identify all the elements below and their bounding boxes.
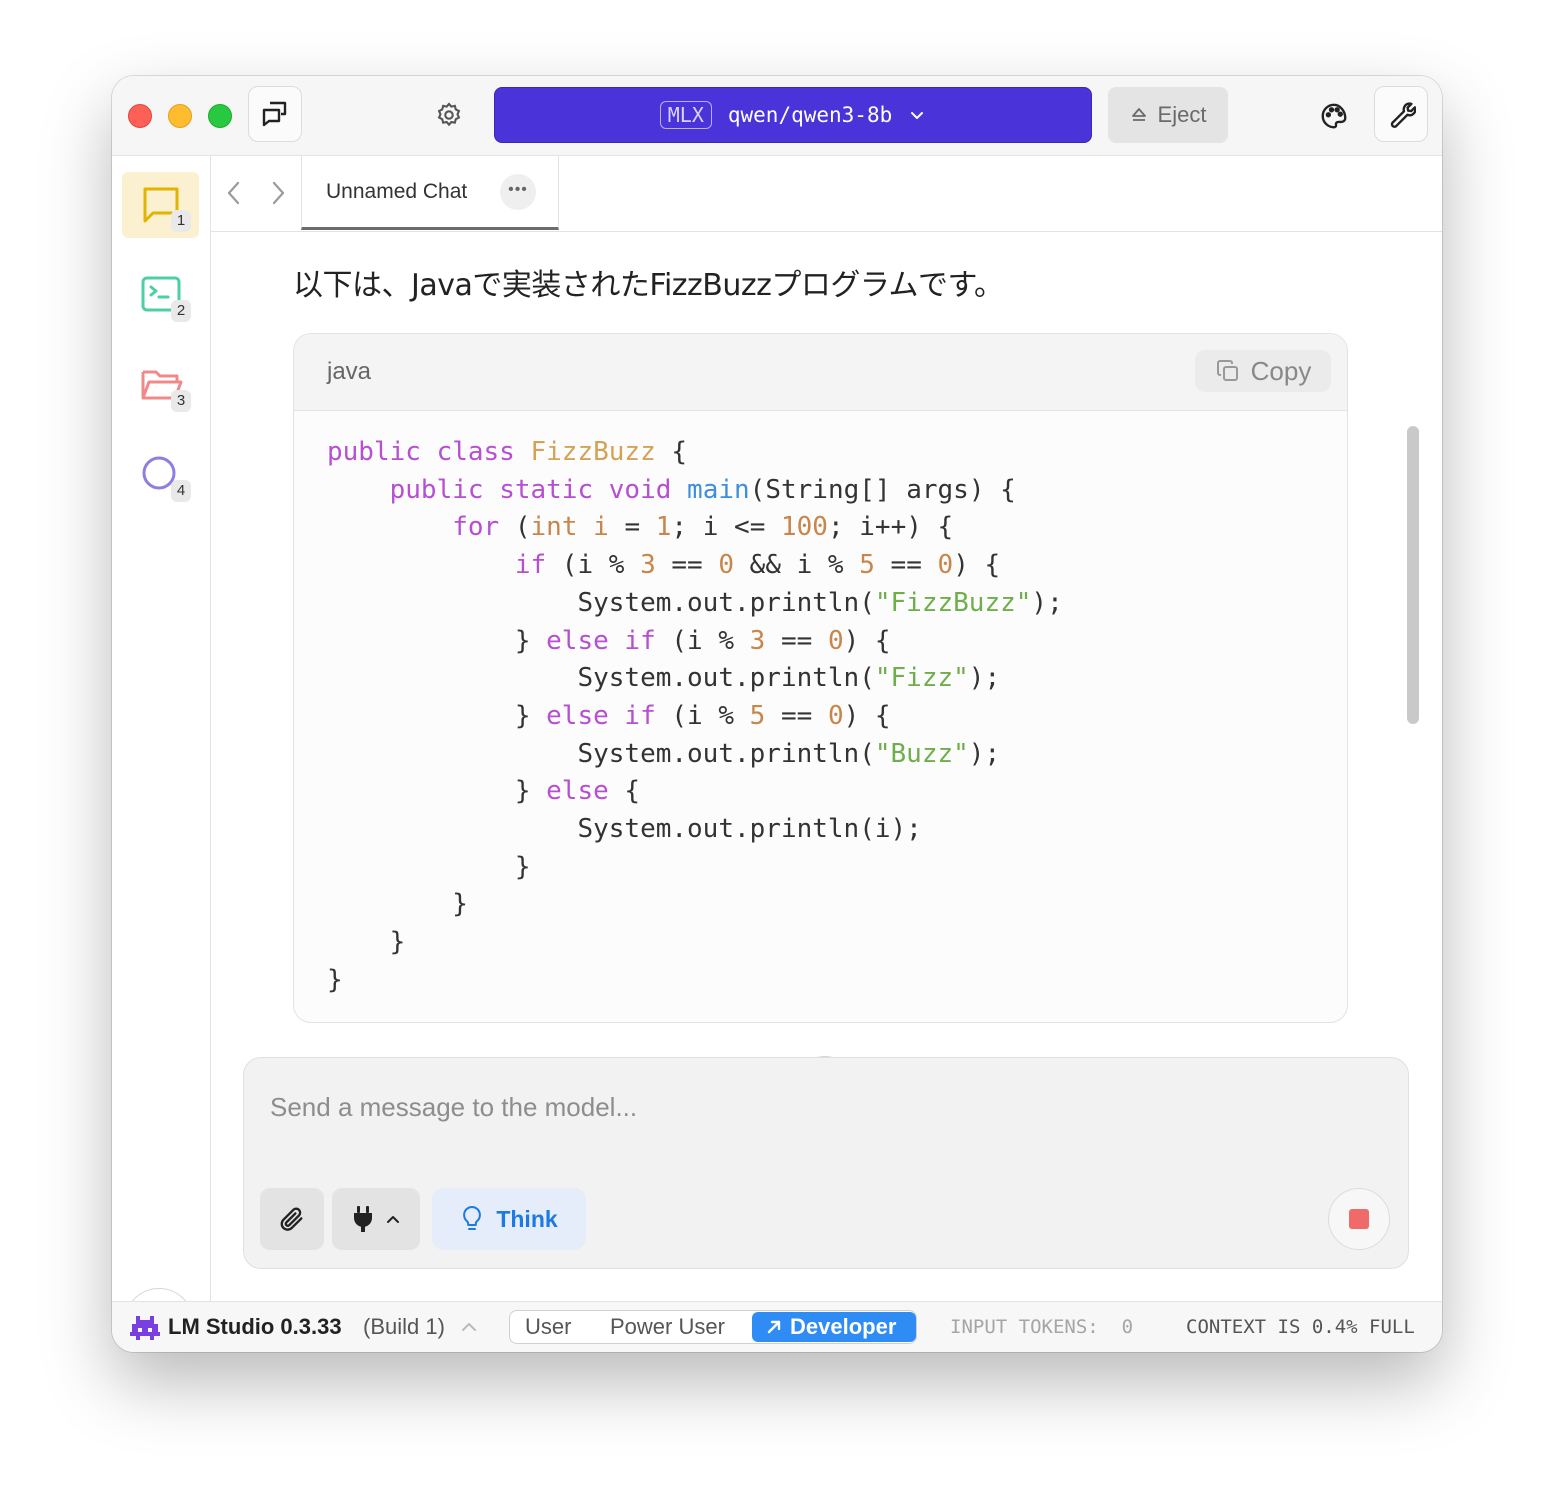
message-composer: Think bbox=[243, 1057, 1409, 1269]
settings-button[interactable] bbox=[434, 100, 464, 130]
mode-developer-label: Developer bbox=[790, 1314, 897, 1339]
arrow-up-right-icon bbox=[767, 1320, 781, 1334]
lightbulb-icon bbox=[463, 1206, 482, 1230]
ui-mode-switcher: User Power User Developer bbox=[509, 1310, 917, 1344]
integrations-button[interactable] bbox=[332, 1188, 420, 1250]
model-name: qwen/qwen3-8b bbox=[727, 103, 893, 127]
chats-icon bbox=[262, 101, 287, 127]
status-bar: LM Studio 0.3.33 (Build 1) User Power Us… bbox=[112, 1301, 1442, 1352]
stop-generation-button[interactable] bbox=[1328, 1188, 1390, 1250]
eject-label: Eject bbox=[1157, 102, 1207, 127]
chat-content: 以下は、Javaで実装されたFizzBuzzプログラムです。 java Copy… bbox=[211, 232, 1442, 1301]
copy-icon bbox=[1216, 360, 1238, 381]
gear-icon bbox=[437, 102, 461, 127]
attach-file-button[interactable] bbox=[260, 1188, 324, 1250]
zoom-window-button[interactable] bbox=[208, 104, 232, 128]
code-block-header: java Copy bbox=[294, 334, 1347, 411]
copy-label: Copy bbox=[1250, 355, 1312, 386]
close-window-button[interactable] bbox=[128, 104, 152, 128]
eject-icon bbox=[1131, 108, 1146, 121]
chevron-right-icon bbox=[272, 181, 285, 205]
sidebar-item-chat[interactable]: 1 bbox=[122, 172, 199, 238]
app-version: LM Studio 0.3.33 bbox=[168, 1314, 342, 1339]
build-number: (Build 1) bbox=[363, 1314, 445, 1339]
chevron-up-icon[interactable] bbox=[460, 1319, 478, 1335]
chat-scrollbar[interactable] bbox=[1407, 426, 1419, 724]
lm-studio-logo-icon bbox=[130, 1316, 160, 1340]
sidebar-item-number: 2 bbox=[171, 300, 191, 322]
title-bar: MLX qwen/qwen3-8b Eject bbox=[112, 76, 1442, 156]
model-selector[interactable]: MLX qwen/qwen3-8b bbox=[494, 87, 1092, 143]
tab-strip: Unnamed Chat ••• bbox=[211, 156, 1442, 232]
chevron-down-icon bbox=[911, 112, 924, 119]
mode-developer[interactable]: Developer bbox=[752, 1312, 916, 1342]
think-toggle[interactable]: Think bbox=[432, 1188, 586, 1250]
back-button[interactable] bbox=[221, 178, 247, 208]
sidebar-item-number: 4 bbox=[171, 480, 191, 502]
copy-code-button[interactable]: Copy bbox=[1195, 350, 1331, 392]
assistant-message-text: 以下は、Javaで実装されたFizzBuzzプログラムです。 bbox=[293, 268, 1004, 303]
theme-button[interactable] bbox=[1318, 100, 1350, 132]
paperclip-icon bbox=[280, 1207, 303, 1231]
sidebar: 1 2 3 4 bbox=[112, 156, 211, 1352]
tab-title: Unnamed Chat bbox=[326, 180, 468, 203]
context-usage: CONTEXT IS 0.4% FULL bbox=[1186, 1316, 1415, 1338]
toggle-sidebar-button[interactable] bbox=[248, 86, 302, 142]
chevron-left-icon bbox=[227, 181, 240, 205]
app-window: MLX qwen/qwen3-8b Eject 1 2 3 4 Unnamed … bbox=[112, 76, 1442, 1352]
sidebar-item-developer[interactable]: 2 bbox=[122, 262, 199, 328]
palette-icon bbox=[1321, 103, 1347, 129]
mode-user[interactable]: User bbox=[525, 1311, 571, 1343]
stop-icon bbox=[1349, 1209, 1369, 1229]
eject-button[interactable]: Eject bbox=[1108, 87, 1228, 143]
forward-button[interactable] bbox=[265, 178, 291, 208]
code-block: java Copy public class FizzBuzz { public… bbox=[293, 333, 1348, 1023]
code-language: java bbox=[327, 358, 372, 385]
mode-power-user[interactable]: Power User bbox=[610, 1311, 725, 1343]
plug-icon bbox=[354, 1206, 372, 1232]
sidebar-item-number: 1 bbox=[171, 210, 191, 232]
model-format-badge: MLX bbox=[659, 101, 712, 129]
minimize-window-button[interactable] bbox=[168, 104, 192, 128]
code-content: public class FizzBuzz { public static vo… bbox=[327, 437, 1063, 995]
input-tokens: INPUT TOKENS: 0 bbox=[950, 1316, 1133, 1338]
message-input[interactable] bbox=[268, 1084, 1372, 1130]
input-tokens-label: INPUT TOKENS: bbox=[950, 1316, 1099, 1338]
think-label: Think bbox=[496, 1205, 558, 1232]
sidebar-item-number: 3 bbox=[171, 390, 191, 412]
sidebar-item-my-models[interactable]: 3 bbox=[122, 352, 199, 418]
developer-tools-button[interactable] bbox=[1374, 86, 1428, 142]
chevron-up-icon bbox=[387, 1216, 399, 1223]
tab-more-button[interactable]: ••• bbox=[500, 174, 536, 210]
sidebar-item-discover[interactable]: 4 bbox=[122, 442, 199, 508]
wrench-icon bbox=[1390, 102, 1416, 128]
input-tokens-value: 0 bbox=[1121, 1316, 1134, 1338]
tab-unnamed-chat[interactable]: Unnamed Chat ••• bbox=[301, 156, 559, 230]
